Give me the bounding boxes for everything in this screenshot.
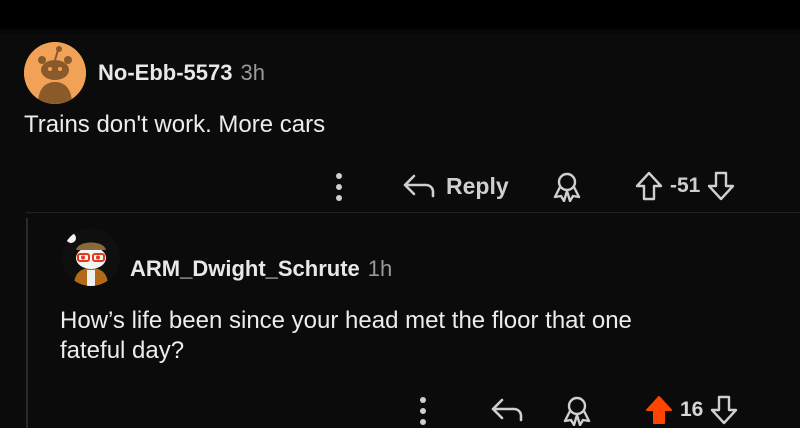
redacted-header-bar (0, 0, 800, 36)
vote-score: 16 (680, 398, 704, 421)
reply-arrow-icon (491, 398, 523, 422)
vote-controls: -51 (634, 170, 736, 202)
more-options-button[interactable] (332, 170, 346, 204)
downvote-icon[interactable] (706, 170, 736, 202)
reply-label: Reply (446, 172, 509, 199)
comment-body: How’s life been since your head met the … (60, 306, 632, 366)
user-avatar[interactable] (24, 42, 86, 104)
comment-body-line-1: How’s life been since your head met the … (60, 307, 632, 334)
more-options-button[interactable] (416, 394, 430, 428)
award-button[interactable] (552, 170, 582, 202)
reply-button[interactable]: Reply (402, 172, 509, 200)
reply-button[interactable] (490, 396, 524, 424)
comment-time: 3h (240, 60, 265, 85)
comment-author[interactable]: ARM_Dwight_Schrute (130, 256, 360, 281)
comment-body: Trains don't work. More cars (24, 111, 326, 138)
more-vertical-icon (336, 173, 342, 201)
comment-meta: ARM_Dwight_Schrute 1h (130, 256, 392, 282)
upvote-icon[interactable] (634, 170, 664, 202)
more-vertical-icon (420, 397, 426, 425)
snoo-avatar-icon (62, 228, 120, 286)
reply-arrow-icon (403, 174, 435, 198)
comment-time: 1h (367, 256, 393, 281)
downvote-icon[interactable] (709, 394, 739, 426)
thread-line[interactable] (26, 218, 28, 428)
award-icon (563, 396, 591, 426)
comment-body-line-2: fateful day? (60, 337, 185, 364)
award-button[interactable] (562, 394, 592, 426)
vote-score: -51 (670, 174, 701, 197)
comment-author[interactable]: No-Ebb-5573 (98, 60, 232, 85)
award-icon (553, 172, 581, 202)
vote-controls: 16 (644, 394, 739, 426)
divider (26, 212, 800, 213)
snoo-avatar-icon (24, 42, 86, 104)
upvote-icon[interactable] (644, 394, 674, 426)
user-avatar[interactable] (62, 228, 120, 286)
comment-meta: No-Ebb-5573 3h (98, 60, 265, 86)
